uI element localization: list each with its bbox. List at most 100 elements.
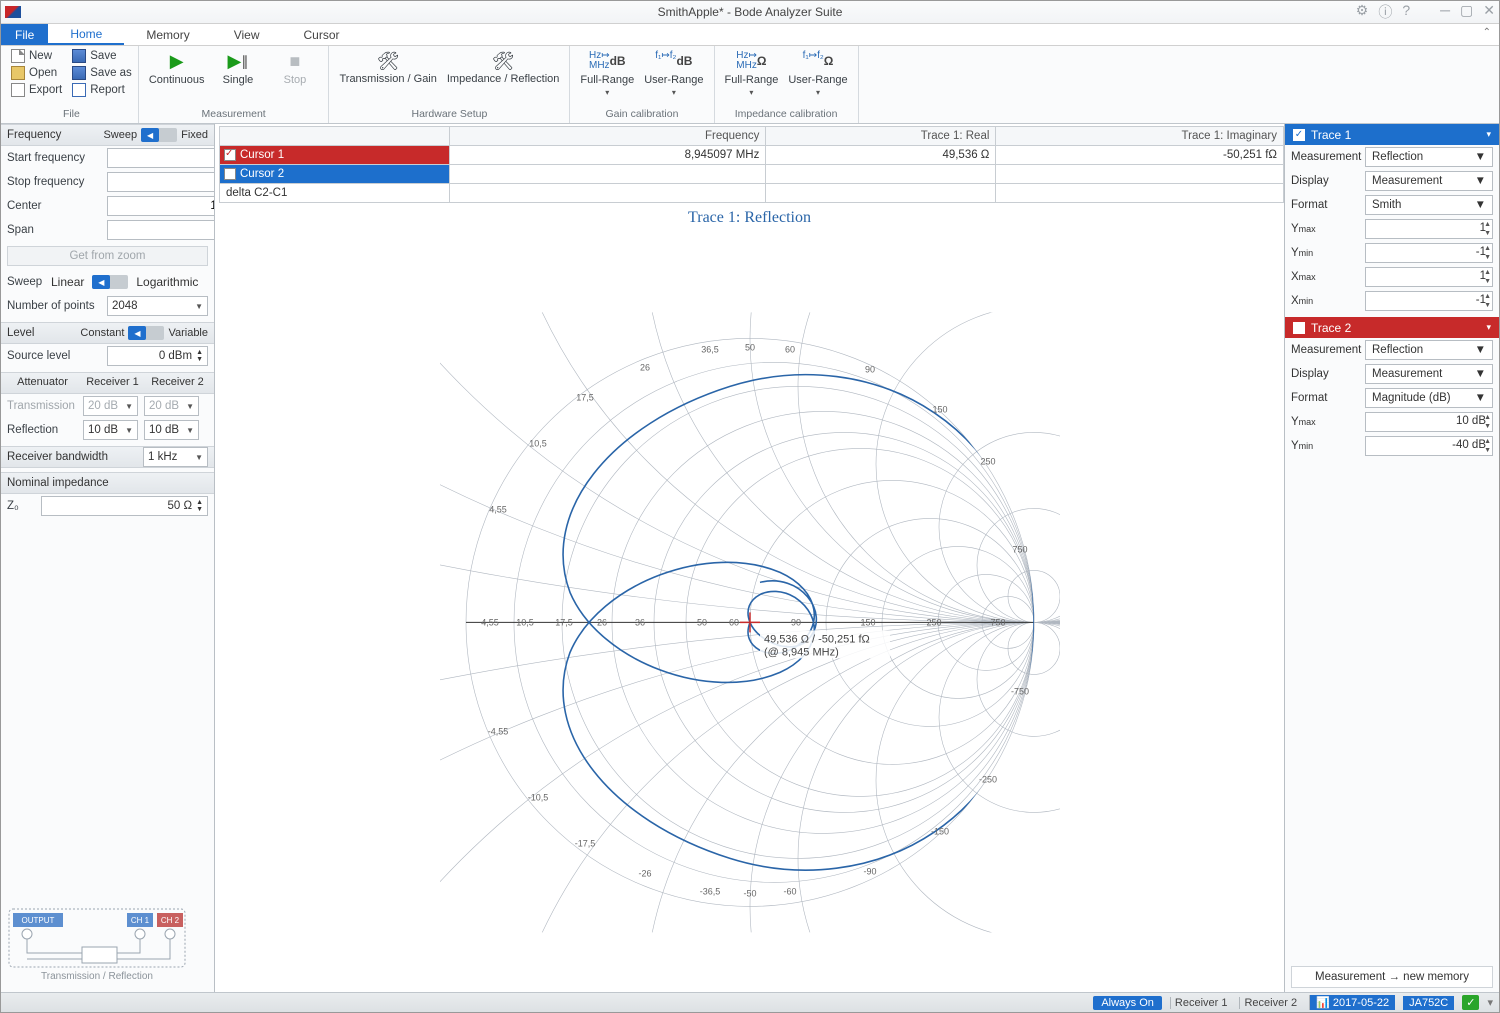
- saveas-button[interactable]: Save as: [72, 65, 132, 81]
- help-icon[interactable]: ?: [1402, 2, 1410, 22]
- right-panel: ✓Trace 1▾ MeasurementReflection▼ Display…: [1285, 124, 1499, 992]
- table-row: Cursor 2: [220, 165, 1284, 184]
- maximize-icon[interactable]: ▢: [1460, 2, 1473, 22]
- trans-atten-r2[interactable]: 20 dB▼: [144, 396, 199, 416]
- gaincal-group-label: Gain calibration: [576, 108, 707, 123]
- trans-atten-r1[interactable]: 20 dB▼: [83, 396, 138, 416]
- cursor1-checkbox[interactable]: Cursor 1: [220, 146, 450, 165]
- svg-text:26: 26: [596, 617, 606, 627]
- level-header: Level: [7, 327, 80, 339]
- close-icon[interactable]: ✕: [1483, 2, 1495, 22]
- window-title: SmithApple* - Bode Analyzer Suite: [1, 5, 1499, 19]
- linear-log-toggle[interactable]: ◀: [92, 275, 128, 289]
- smith-chart[interactable]: 49,536 Ω / -50,251 fΩ (@ 8,945 MHz) 4,55…: [215, 227, 1284, 992]
- trace1-format-dropdown[interactable]: Smith▼: [1365, 195, 1493, 215]
- center-frequency-input[interactable]: [107, 196, 215, 216]
- tab-memory[interactable]: Memory: [124, 24, 211, 45]
- svg-text:17,5: 17,5: [555, 617, 573, 627]
- single-button[interactable]: ▶∥Single: [210, 48, 265, 86]
- svg-text:-26: -26: [638, 868, 651, 878]
- tab-view[interactable]: View: [212, 24, 282, 45]
- trace2-header[interactable]: Trace 2▾: [1285, 317, 1499, 338]
- trace2-ymin-input[interactable]: -40 dB▲▼: [1365, 436, 1493, 456]
- level-toggle[interactable]: ◀: [128, 326, 164, 340]
- trace1-display-dropdown[interactable]: Measurement▼: [1365, 171, 1493, 191]
- svg-text:-36,5: -36,5: [699, 886, 720, 896]
- cursor-marker[interactable]: [740, 612, 760, 632]
- trace1-measurement-dropdown[interactable]: Reflection▼: [1365, 147, 1493, 167]
- source-level-input[interactable]: 0 dBm▲▼: [107, 346, 208, 366]
- svg-text:60: 60: [784, 344, 794, 354]
- svg-text:36,5: 36,5: [701, 344, 719, 354]
- svg-text:-250: -250: [978, 774, 996, 784]
- trace2-display-dropdown[interactable]: Measurement▼: [1365, 364, 1493, 384]
- svg-text:60: 60: [728, 617, 738, 627]
- trace1-ymax-input[interactable]: 1▲▼: [1365, 219, 1493, 239]
- svg-text:-17,5: -17,5: [574, 838, 595, 848]
- refl-atten-r2[interactable]: 10 dB▼: [144, 420, 199, 440]
- trace2-measurement-dropdown[interactable]: Reflection▼: [1365, 340, 1493, 360]
- svg-text:OUTPUT: OUTPUT: [22, 916, 55, 925]
- span-input[interactable]: [107, 220, 215, 240]
- refl-atten-r1[interactable]: 10 dB▼: [83, 420, 138, 440]
- stop-frequency-input[interactable]: [107, 172, 215, 192]
- svg-text:36: 36: [634, 617, 644, 627]
- center-panel: FrequencyTrace 1: RealTrace 1: Imaginary…: [215, 124, 1285, 992]
- continuous-button[interactable]: ▶Continuous: [145, 48, 209, 86]
- get-from-zoom-button[interactable]: Get from zoom: [7, 246, 208, 266]
- svg-text:-60: -60: [783, 886, 796, 896]
- svg-text:17,5: 17,5: [576, 392, 594, 402]
- sweep-fixed-toggle[interactable]: ◀: [141, 128, 177, 142]
- settings-icon[interactable]: ⚙: [1356, 2, 1369, 22]
- trace1-xmax-input[interactable]: 1▲▼: [1365, 267, 1493, 287]
- info-icon[interactable]: ⓘ: [1378, 2, 1392, 22]
- svg-text:-4,55: -4,55: [487, 726, 508, 736]
- report-button[interactable]: Report: [72, 82, 132, 98]
- svg-text:(@ 8,945 MHz): (@ 8,945 MHz): [764, 646, 839, 658]
- imp-userrange-button[interactable]: f₁↦f₂ ΩUser-Range▾: [784, 48, 851, 97]
- svg-text:50: 50: [696, 617, 706, 627]
- open-button[interactable]: Open: [11, 65, 62, 81]
- attenuator-header: Attenuator: [5, 376, 80, 390]
- cursor-table: FrequencyTrace 1: RealTrace 1: Imaginary…: [219, 126, 1284, 203]
- impedance-reflection-button[interactable]: 🛠Impedance / Reflection: [443, 48, 564, 85]
- tab-home[interactable]: Home: [48, 24, 124, 45]
- svg-text:750: 750: [990, 617, 1005, 627]
- trace1-ymin-input[interactable]: -1▲▼: [1365, 243, 1493, 263]
- svg-text:26: 26: [639, 362, 649, 372]
- trace1-header[interactable]: ✓Trace 1▾: [1285, 124, 1499, 145]
- start-frequency-input[interactable]: [107, 148, 215, 168]
- svg-text:50: 50: [744, 342, 754, 352]
- cursor2-checkbox[interactable]: Cursor 2: [220, 165, 450, 184]
- z0-input[interactable]: 50 Ω▲▼: [41, 496, 208, 516]
- svg-text:49,536 Ω / -50,251 fΩ: 49,536 Ω / -50,251 fΩ: [764, 633, 870, 645]
- rbw-dropdown[interactable]: 1 kHz▼: [143, 447, 208, 467]
- status-always-on[interactable]: Always On: [1093, 996, 1162, 1010]
- new-button[interactable]: New: [11, 48, 62, 64]
- svg-text:-150: -150: [930, 826, 948, 836]
- transmission-gain-button[interactable]: 🛠Transmission / Gain: [335, 48, 440, 85]
- trace2-format-dropdown[interactable]: Magnitude (dB)▼: [1365, 388, 1493, 408]
- left-panel: Frequency Sweep ◀ Fixed Start frequency …: [1, 124, 215, 992]
- npoints-dropdown[interactable]: 2048▼: [107, 296, 208, 316]
- measurement-new-memory-button[interactable]: Measurement → new memory: [1291, 966, 1493, 988]
- gain-fullrange-button[interactable]: Hz↦MHzdBFull-Range▾: [576, 48, 638, 97]
- minimize-icon[interactable]: ─: [1440, 2, 1450, 22]
- svg-text:150: 150: [932, 404, 947, 414]
- save-button[interactable]: Save: [72, 48, 132, 64]
- status-menu-icon[interactable]: ▾: [1487, 996, 1493, 1009]
- trace2-ymax-input[interactable]: 10 dB▲▼: [1365, 412, 1493, 432]
- trace1-xmin-input[interactable]: -1▲▼: [1365, 291, 1493, 311]
- export-button[interactable]: Export: [11, 82, 62, 98]
- ribbon-collapse-icon[interactable]: ⌃: [1483, 27, 1491, 38]
- statusbar: Always On Receiver 1 Receiver 2 📊 2017-0…: [1, 992, 1499, 1012]
- svg-text:CH 1: CH 1: [131, 916, 150, 925]
- file-menu[interactable]: File: [1, 24, 48, 45]
- tab-cursor[interactable]: Cursor: [282, 24, 362, 45]
- hw-diagram[interactable]: OUTPUT CH 1 CH 2 Transmission / Reflecti…: [1, 901, 214, 992]
- svg-text:4,55: 4,55: [481, 617, 499, 627]
- gain-userrange-button[interactable]: f₁↦f₂ dBUser-Range▾: [640, 48, 707, 97]
- imp-fullrange-button[interactable]: Hz↦MHzΩFull-Range▾: [721, 48, 783, 97]
- rbw-header: Receiver bandwidth: [7, 451, 143, 463]
- stop-button[interactable]: ■Stop: [267, 48, 322, 86]
